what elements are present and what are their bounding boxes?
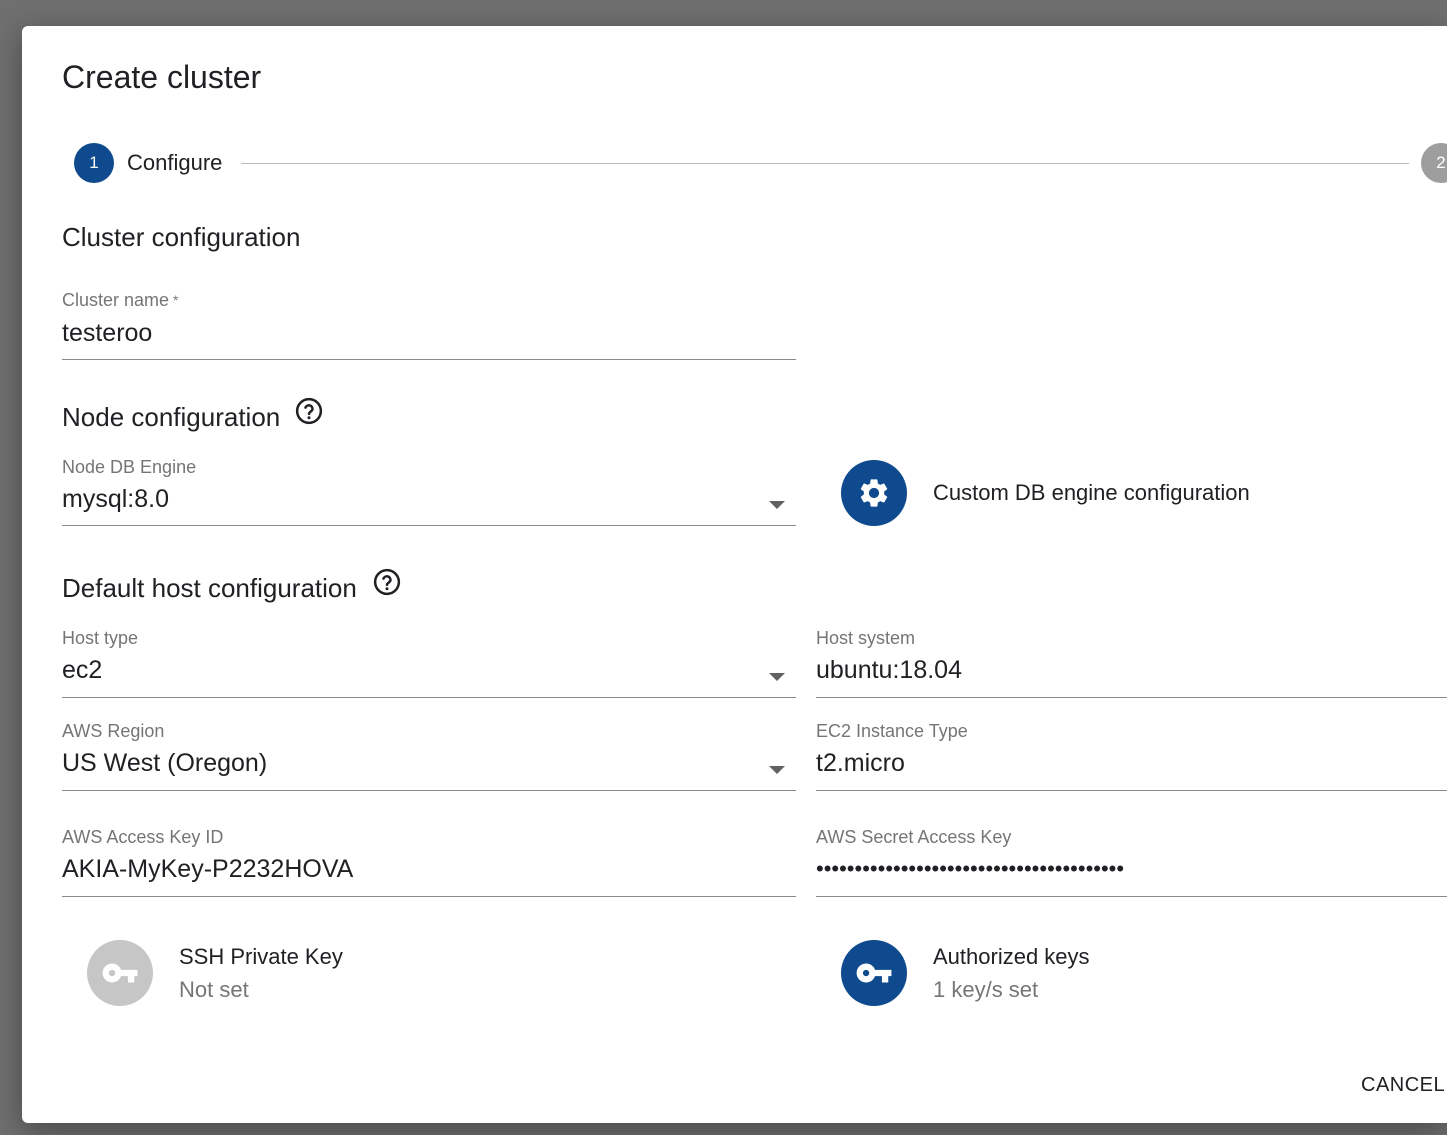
step-1-label: Configure	[127, 150, 223, 175]
chevron-down-icon[interactable]	[769, 673, 785, 681]
create-cluster-dialog: Create cluster 1 Configure 2 Cluster con…	[22, 26, 1447, 1123]
aws-access-key-underline	[62, 896, 796, 897]
authorized-keys-button[interactable]	[841, 940, 907, 1006]
authorized-keys-title[interactable]: Authorized keys	[933, 943, 1090, 971]
authorized-keys-status: 1 key/s set	[933, 977, 1039, 1002]
ssh-private-key-button[interactable]	[87, 940, 153, 1006]
ssh-private-key-status: Not set	[179, 977, 249, 1002]
stepper-connector	[241, 163, 1409, 164]
host-config-heading: Default host configuration	[62, 573, 357, 603]
ec2-instance-type-label: EC2 Instance Type	[816, 721, 968, 741]
cluster-name-input[interactable]: testeroo	[62, 318, 152, 348]
key-icon	[102, 963, 138, 983]
help-icon[interactable]	[294, 396, 324, 426]
cluster-name-label: Cluster name *	[62, 290, 179, 310]
host-type-label: Host type	[62, 628, 139, 648]
node-db-engine-select[interactable]: mysql:8.0	[62, 484, 169, 514]
aws-region-label: AWS Region	[62, 721, 165, 741]
ec2-instance-type-underline	[816, 790, 1447, 791]
gear-icon	[860, 479, 888, 507]
step-2-circle: 2	[1421, 143, 1447, 183]
cluster-name-underline	[62, 359, 796, 360]
host-type-select[interactable]: ec2	[62, 655, 102, 685]
aws-secret-key-underline	[816, 896, 1447, 897]
ssh-private-key-title[interactable]: SSH Private Key	[179, 943, 343, 971]
host-system-input[interactable]: ubuntu:18.04	[816, 655, 962, 685]
required-mark: *	[173, 292, 179, 308]
host-system-underline	[816, 697, 1447, 698]
step-1-circle: 1	[74, 143, 114, 183]
chevron-down-icon[interactable]	[769, 501, 785, 509]
key-icon	[856, 963, 892, 983]
cluster-config-heading: Cluster configuration	[62, 222, 301, 252]
help-icon[interactable]	[372, 567, 402, 597]
aws-access-key-input[interactable]: AKIA-MyKey-P2232HOVA	[62, 854, 353, 884]
aws-region-select[interactable]: US West (Oregon)	[62, 748, 267, 778]
host-type-underline	[62, 697, 796, 698]
aws-access-key-label: AWS Access Key ID	[62, 827, 224, 847]
node-db-engine-underline	[62, 525, 796, 526]
aws-region-underline	[62, 790, 796, 791]
custom-db-engine-label[interactable]: Custom DB engine configuration	[933, 479, 1250, 507]
cancel-button[interactable]: CANCEL	[1361, 1074, 1445, 1097]
custom-db-engine-button[interactable]	[841, 460, 907, 526]
aws-secret-key-label: AWS Secret Access Key	[816, 827, 1012, 847]
host-system-label: Host system	[816, 628, 916, 648]
ec2-instance-type-input[interactable]: t2.micro	[816, 748, 905, 778]
chevron-down-icon[interactable]	[769, 766, 785, 774]
node-config-heading: Node configuration	[62, 402, 281, 432]
dialog-title: Create cluster	[62, 59, 262, 95]
aws-secret-key-input[interactable]: ••••••••••••••••••••••••••••••••••••••••	[816, 854, 1124, 884]
node-db-engine-label: Node DB Engine	[62, 457, 197, 477]
